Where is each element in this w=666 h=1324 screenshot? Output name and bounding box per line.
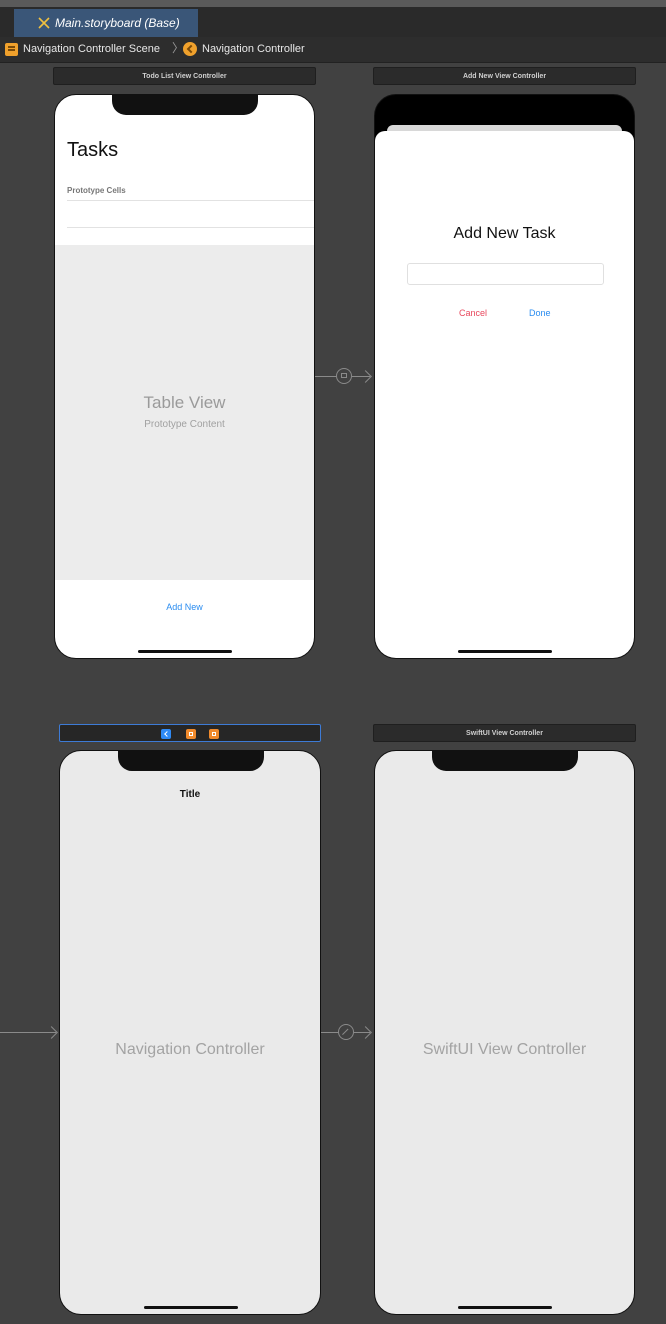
prototype-cells-label: Prototype Cells (67, 186, 126, 195)
swiftui-view-controller-scene[interactable]: SwiftUI View Controller (374, 750, 635, 1315)
breadcrumb-item[interactable]: Navigation Controller (202, 43, 305, 56)
home-indicator (144, 1306, 238, 1309)
scene-dock-navigation[interactable] (59, 724, 321, 742)
table-view[interactable]: Table View Prototype Content (55, 245, 314, 580)
present-modally-segue-icon[interactable] (336, 368, 352, 384)
nav-title: Tasks (67, 139, 119, 161)
breadcrumb-scene[interactable]: Navigation Controller Scene (23, 43, 160, 56)
scene-icon (5, 43, 18, 56)
scene-title-add-new[interactable]: Add New View Controller (373, 67, 636, 85)
storyboard-icon (38, 17, 50, 29)
task-text-field[interactable] (407, 263, 604, 285)
scene-title-todo[interactable]: Todo List View Controller (53, 67, 316, 85)
add-new-button[interactable]: Add New (55, 602, 314, 612)
prototype-cell[interactable] (67, 227, 314, 228)
tab-label: Main.storyboard (Base) (55, 16, 180, 30)
cancel-button[interactable]: Cancel (459, 308, 487, 318)
navigation-controller-icon[interactable] (161, 729, 171, 739)
segue-line (315, 376, 337, 377)
table-view-title: Table View (143, 393, 226, 412)
table-view-subtitle: Prototype Content (144, 419, 225, 430)
exit-icon[interactable] (209, 729, 219, 739)
arrow-head-icon (359, 370, 372, 383)
navigation-controller-icon (183, 42, 197, 56)
segue-line (321, 1032, 339, 1033)
arrow-head-icon (359, 1026, 372, 1039)
modal-sheet: Add New Task Cancel Done (375, 131, 634, 658)
divider (67, 200, 314, 201)
scene-placeholder-label: SwiftUI View Controller (422, 1041, 587, 1058)
home-indicator (138, 650, 232, 653)
add-task-heading: Add New Task (453, 225, 556, 242)
relationship-segue-icon[interactable] (338, 1024, 354, 1040)
storyboard-canvas: Main.storyboard (Base) Navigation Contro… (0, 0, 666, 1324)
done-button[interactable]: Done (529, 308, 551, 318)
add-new-scene[interactable]: Add New Task Cancel Done (374, 94, 635, 659)
todo-list-scene[interactable]: Tasks Prototype Cells Table View Prototy… (54, 94, 315, 659)
home-indicator (458, 650, 552, 653)
arrow-head-icon (45, 1026, 58, 1039)
breadcrumb: Navigation Controller Scene 〉 Navigation… (0, 37, 666, 63)
editor-tab-bar: Main.storyboard (Base) (0, 0, 666, 37)
home-indicator (458, 1306, 552, 1309)
device-notch (432, 751, 578, 771)
device-notch (112, 95, 258, 115)
scene-title-swiftui[interactable]: SwiftUI View Controller (373, 724, 636, 742)
nav-bar-title: Title (179, 789, 201, 800)
navigation-controller-scene[interactable]: Title Navigation Controller (59, 750, 321, 1315)
first-responder-icon[interactable] (186, 729, 196, 739)
device-notch (118, 751, 264, 771)
scene-placeholder-label: Navigation Controller (115, 1041, 265, 1058)
